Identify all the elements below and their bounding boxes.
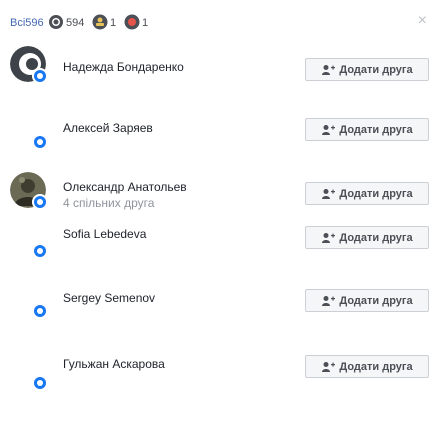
list-item: Алексей Заряев Додати друга [0, 104, 437, 162]
list-item: Гульжан Аскарова Додати друга [0, 355, 437, 413]
friend-name[interactable]: Алексей Заряев [63, 121, 153, 135]
online-count[interactable]: 594 [66, 17, 84, 29]
add-friend-button[interactable]: Додати друга [305, 118, 429, 141]
add-friend-button[interactable]: Додати друга [305, 355, 429, 378]
friend-name[interactable]: Надежда Бондаренко [63, 60, 184, 74]
add-friend-label: Додати друга [339, 294, 413, 307]
online-badge-icon [32, 134, 48, 150]
other-count[interactable]: 1 [142, 17, 148, 29]
online-status-icon [49, 15, 63, 29]
add-friend-button[interactable]: Додати друга [305, 226, 429, 249]
online-badge-icon [32, 243, 48, 259]
add-friend-button[interactable]: Додати друга [305, 58, 429, 81]
friend-name[interactable]: Олександр Анатольев [63, 180, 187, 194]
add-friend-label: Додати друга [339, 360, 413, 373]
friends-header: Всі596 594 1 1 × [0, 0, 437, 40]
all-friends-tab[interactable]: Всі596 [10, 17, 44, 29]
list-item: Надежда Бондаренко Додати друга [0, 46, 437, 104]
list-item: Олександр Анатольев 4 спільних друга Дод… [0, 172, 437, 230]
add-friend-button[interactable]: Додати друга [305, 182, 429, 205]
mobile-count[interactable]: 1 [110, 17, 116, 29]
add-friend-icon [322, 64, 336, 75]
online-badge-icon [32, 375, 48, 391]
add-friend-icon [322, 188, 336, 199]
list-item: Sergey Semenov Додати друга [0, 289, 437, 347]
add-friend-label: Додати друга [339, 187, 413, 200]
close-icon[interactable]: × [418, 12, 427, 30]
all-label: Всі [10, 17, 26, 29]
friend-name[interactable]: Sofia Lebedeva [63, 227, 146, 241]
add-friend-icon [322, 124, 336, 135]
all-count: 596 [25, 17, 44, 29]
online-badge-icon [32, 68, 48, 84]
other-status-icon [124, 14, 140, 30]
add-friend-icon [322, 295, 336, 306]
add-friend-label: Додати друга [339, 63, 413, 76]
friend-name[interactable]: Гульжан Аскарова [63, 357, 165, 371]
add-friend-icon [322, 361, 336, 372]
add-friend-icon [322, 232, 336, 243]
friend-name[interactable]: Sergey Semenov [63, 291, 155, 305]
mobile-status-icon [92, 14, 108, 30]
list-item: Sofia Lebedeva Додати друга [0, 225, 437, 283]
add-friend-label: Додати друга [339, 231, 413, 244]
add-friend-label: Додати друга [339, 123, 413, 136]
add-friend-button[interactable]: Додати друга [305, 289, 429, 312]
mutual-friends[interactable]: 4 спільних друга [63, 196, 154, 210]
online-badge-icon [32, 194, 48, 210]
online-badge-icon [32, 303, 48, 319]
